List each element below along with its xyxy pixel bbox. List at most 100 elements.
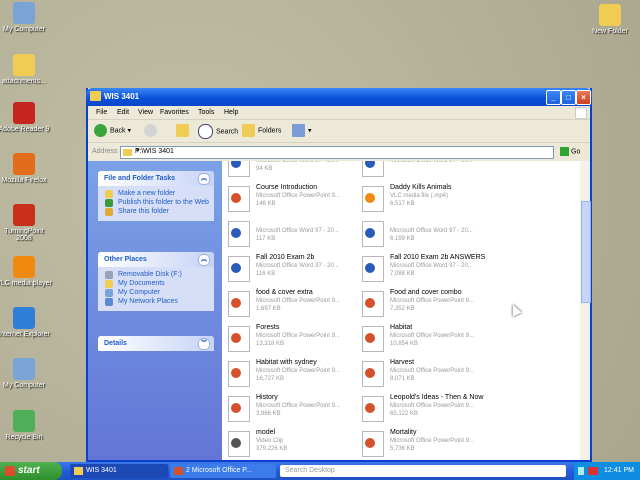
task-publish-folder[interactable]: Publish this folder to the Web (98, 198, 214, 207)
menu-favorites[interactable]: Favorites (160, 109, 189, 116)
file-type: Microsoft Office PowerPoint 9... (256, 193, 340, 199)
computer-icon (105, 289, 113, 297)
removable-disk-icon (105, 271, 113, 279)
file-item[interactable]: Microsoft Office Word 97 - 20... 94 KB (228, 161, 358, 179)
word-file-icon (362, 256, 384, 282)
file-item[interactable]: Microsoft Office Word 97 - 20... 117 KB (228, 219, 358, 249)
desktop-icon[interactable]: attachments... (0, 54, 52, 85)
menu-edit[interactable]: Edit (117, 109, 129, 116)
file-item[interactable]: model Video Clip 379,226 KB (228, 429, 358, 459)
taskbar-item-powerpoint[interactable]: 2 Microsoft Office P... (170, 464, 276, 478)
file-type: Video Clip (256, 438, 284, 444)
file-item[interactable]: Habitat with sydney Microsoft Office Powe… (228, 359, 358, 389)
folder-icon (123, 149, 132, 156)
new-folder-icon (105, 190, 113, 198)
menu-file[interactable]: File (96, 109, 107, 116)
desktop-icon[interactable]: VLC media player (0, 256, 52, 287)
desktop-icon[interactable]: Mozilla Firefox (0, 153, 52, 184)
file-item[interactable]: Forests Microsoft Office PowerPoint 9... 1… (228, 324, 358, 354)
file-size: 116 KB (256, 271, 276, 277)
file-size: 1,697 KB (256, 306, 281, 312)
folder-icon (13, 54, 35, 76)
file-item[interactable]: Fall 2010 Exam 2b ANSWERS Microsoft Offic… (362, 254, 492, 284)
details-header[interactable]: Details ︾ (98, 336, 214, 351)
maximize-button[interactable]: □ (561, 90, 576, 105)
task-make-new-folder[interactable]: Make a new folder (98, 189, 214, 198)
ppt-file-icon (228, 326, 250, 352)
minimize-button[interactable]: _ (546, 90, 561, 105)
desktop-icon[interactable]: Recycle Bin (0, 410, 52, 441)
ppt-badge-icon (365, 403, 375, 413)
place-removable-disk[interactable]: Removable Disk (F:) (98, 270, 214, 279)
chevron-down-icon[interactable]: ▼ (135, 148, 145, 159)
firefox-icon (13, 153, 35, 175)
menu-view[interactable]: View (138, 109, 153, 116)
scrollbar-thumb[interactable] (581, 201, 591, 303)
desktop-icon[interactable]: Adobe Reader 9 (0, 102, 52, 133)
place-label: My Network Places (118, 298, 178, 305)
ppt-file-icon (362, 396, 384, 422)
file-item[interactable]: Microsoft Office Word 97 - 20... (362, 161, 492, 179)
ppt-badge-icon (231, 193, 241, 203)
collapse-chevron-icon[interactable]: ︽ (198, 173, 210, 185)
publish-web-icon (105, 199, 113, 207)
desktop-icon[interactable]: My Computer (0, 358, 52, 389)
close-button[interactable]: × (576, 90, 591, 105)
file-size: 379,226 KB (256, 446, 288, 452)
file-item[interactable]: Habitat Microsoft Office PowerPoint 9... 1… (362, 324, 492, 354)
word-file-icon (362, 161, 384, 177)
expand-chevron-icon[interactable]: ︾ (198, 338, 210, 350)
place-my-network-places[interactable]: My Network Places (98, 297, 214, 306)
forward-button[interactable] (144, 124, 160, 138)
desktop-icon-label: Adobe Reader 9 (0, 126, 50, 133)
go-button[interactable]: Go (560, 147, 580, 156)
desktop-icon-label: TurningPoint 2008 (4, 228, 44, 242)
address-input[interactable]: F:\WIS 3401 ▼ (120, 146, 554, 159)
place-my-computer[interactable]: My Computer (98, 288, 214, 297)
file-item[interactable]: Leopold's Ideas - Then & Now Microsoft Of… (362, 394, 492, 424)
task-label: Make a new folder (118, 190, 176, 197)
desktop-search-input[interactable]: Search Desktop (280, 465, 566, 477)
title-bar[interactable]: WIS 3401 _ □ × (86, 88, 592, 106)
vertical-scrollbar[interactable] (580, 161, 591, 460)
file-folder-tasks-header[interactable]: File and Folder Tasks ︽ (98, 171, 214, 186)
other-places-header[interactable]: Other Places ︽ (98, 252, 214, 267)
menu-tools[interactable]: Tools (198, 109, 214, 116)
start-button[interactable]: start (0, 462, 62, 480)
file-item[interactable]: History Microsoft Office PowerPoint 9... 3… (228, 394, 358, 424)
desktop-icon-label: Internet Explorer (0, 331, 50, 338)
collapse-chevron-icon[interactable]: ︽ (198, 254, 210, 266)
taskbar-item-wis3401[interactable]: WIS 3401 (70, 464, 168, 478)
file-item[interactable]: Fall 2010 Exam 2b Microsoft Office Word 9… (228, 254, 358, 284)
views-button[interactable]: ▾ (292, 124, 312, 138)
file-item[interactable]: Microsoft Office Word 97 - 20... 6,199 KB (362, 219, 492, 249)
task-share-folder[interactable]: Share this folder (98, 207, 214, 216)
up-folder-button[interactable] (176, 124, 192, 138)
folders-button[interactable]: Folders (242, 124, 281, 138)
ati-icon[interactable] (588, 467, 598, 475)
desktop-icon[interactable]: My Computer (0, 2, 52, 33)
place-my-documents[interactable]: My Documents (98, 279, 214, 288)
back-button[interactable]: Back ▾ (94, 124, 131, 138)
ppt-badge-icon (231, 298, 241, 308)
file-item[interactable]: Harvest Microsoft Office PowerPoint 9... 8… (362, 359, 492, 389)
menu-help[interactable]: Help (224, 109, 238, 116)
desktop-icon[interactable]: TurningPoint 2008 (0, 204, 52, 242)
search-button[interactable]: Search (198, 124, 238, 139)
desktop-icon[interactable]: Internet Explorer (0, 307, 52, 338)
file-type: Microsoft Office Word 97 - 20... (256, 228, 339, 234)
file-item[interactable]: Mortality Microsoft Office PowerPoint 9..… (362, 429, 492, 459)
file-item[interactable]: Food and cover combo Microsoft Office Pow… (362, 289, 492, 319)
file-size: 10,854 KB (390, 341, 419, 347)
file-size: 8,071 KB (390, 376, 415, 382)
file-item[interactable]: Course Introduction Microsoft Office Powe… (228, 184, 358, 214)
desktop-icon-new-folder[interactable]: New Folder (582, 4, 638, 35)
windows-logo-icon (575, 107, 587, 119)
file-item[interactable]: food & cover extra Microsoft Office Power… (228, 289, 358, 319)
ppt-badge-icon (365, 333, 375, 343)
task-label: Share this folder (118, 208, 169, 215)
forward-arrow-icon (144, 124, 157, 137)
safely-remove-icon[interactable] (578, 467, 584, 475)
file-item[interactable]: Daddy Kills Animals VLC media file (.mp4)… (362, 184, 492, 214)
recycle-bin-icon (13, 410, 35, 432)
